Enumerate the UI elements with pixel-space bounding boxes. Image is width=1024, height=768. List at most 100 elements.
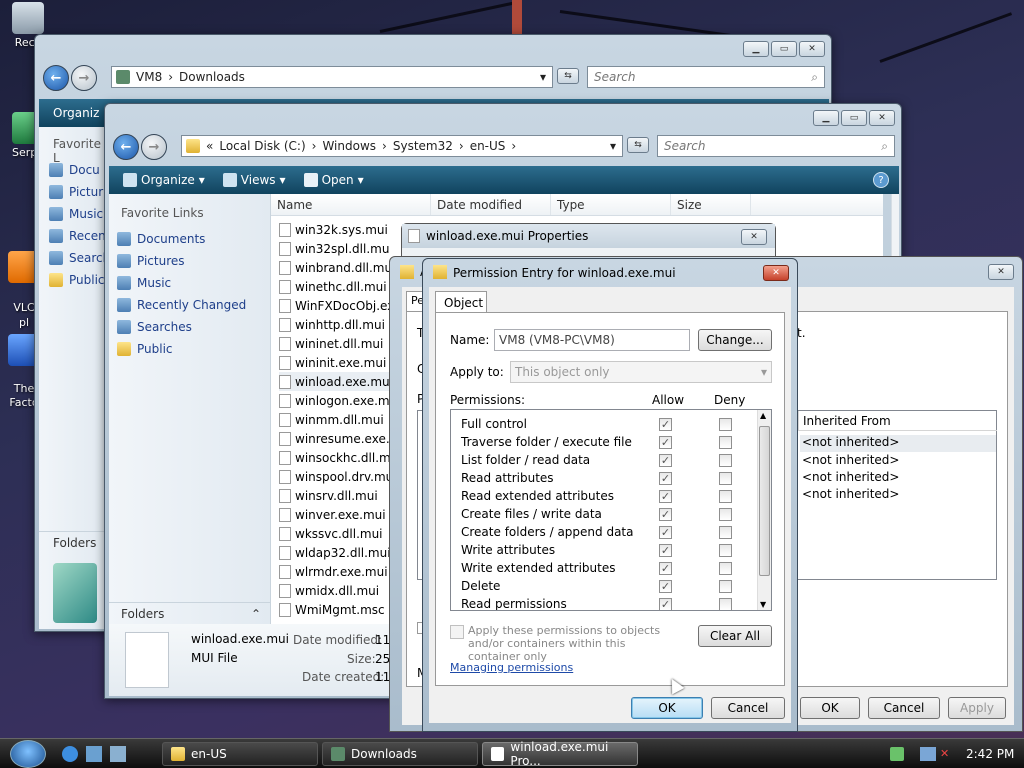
file-list-item[interactable]: wininit.exe.mui (279, 353, 389, 372)
allow-checkbox[interactable]: ✓ (659, 508, 672, 521)
task-properties[interactable]: winload.exe.mui Pro... (482, 740, 638, 768)
allow-checkbox[interactable]: ✓ (659, 418, 672, 431)
change-button[interactable]: Change... (698, 329, 772, 351)
task-en-us[interactable]: en-US (162, 742, 318, 766)
name-field[interactable]: VM8 (VM8-PC\VM8) (494, 329, 690, 351)
chevron-down-icon[interactable]: ▾ (610, 139, 616, 153)
nav-item-public[interactable]: Public (49, 269, 110, 291)
file-list-item[interactable]: WmiMgmt.msc (279, 600, 389, 619)
file-list-item[interactable]: wininet.dll.mui (279, 334, 389, 353)
apply-button[interactable]: Apply (948, 697, 1006, 719)
deny-checkbox[interactable] (719, 472, 732, 485)
breadcrumb-overflow[interactable]: « (206, 139, 213, 153)
cancel-button[interactable]: Cancel (711, 697, 785, 719)
close-button[interactable]: ✕ (763, 265, 789, 281)
breadcrumb-item[interactable]: Downloads (179, 70, 245, 84)
allow-checkbox[interactable]: ✓ (659, 436, 672, 449)
refresh-icon[interactable]: ⇆ (557, 68, 579, 84)
allow-checkbox[interactable]: ✓ (659, 472, 672, 485)
nav-item-music[interactable]: Music (49, 203, 110, 225)
file-list-item[interactable]: winload.exe.mui (279, 372, 389, 391)
tab-object[interactable]: Object (435, 291, 487, 313)
permission-entry-dialog[interactable]: Permission Entry for winload.exe.mui ✕ O… (422, 258, 798, 732)
deny-checkbox[interactable] (719, 526, 732, 539)
permissions-list[interactable]: ▲ ▼ Full control ✓ Traverse folder / execu… (450, 409, 772, 611)
organize-button[interactable]: Organize ▾ (117, 173, 211, 187)
allow-checkbox[interactable]: ✓ (659, 526, 672, 539)
breadcrumb-item[interactable]: en-US (470, 139, 506, 153)
column-size[interactable]: Size (671, 194, 751, 215)
breadcrumb-item[interactable]: VM8 (136, 70, 162, 84)
scrollbar-thumb[interactable] (759, 426, 770, 576)
column-inherited-from[interactable]: Inherited From (798, 411, 997, 431)
nav-item-searches[interactable]: Search (49, 247, 110, 269)
nav-item-documents[interactable]: Documents (117, 228, 246, 250)
ok-button[interactable]: OK (631, 697, 703, 719)
cancel-button[interactable]: Cancel (868, 697, 940, 719)
close-button[interactable]: ✕ (799, 41, 825, 57)
nav-item-documents[interactable]: Docu (49, 159, 110, 181)
deny-checkbox[interactable] (719, 508, 732, 521)
clock[interactable]: 2:42 PM (966, 747, 1014, 761)
deny-checkbox[interactable] (719, 436, 732, 449)
deny-checkbox[interactable] (719, 418, 732, 431)
file-list-item[interactable]: winhttp.dll.mui (279, 315, 389, 334)
file-list-item[interactable]: win32spl.dll.mui (279, 239, 389, 258)
maximize-button[interactable]: ▭ (771, 41, 797, 57)
nav-item-recently-changed[interactable]: Recently Changed (117, 294, 246, 316)
forward-button[interactable]: → (71, 65, 97, 91)
file-list-item[interactable]: winver.exe.mui (279, 505, 389, 524)
nav-item-searches[interactable]: Searches (117, 316, 246, 338)
managing-permissions-link[interactable]: Managing permissions (450, 661, 573, 674)
refresh-icon[interactable]: ⇆ (627, 137, 649, 153)
address-bar[interactable]: VM8 › Downloads ▾ (111, 66, 553, 88)
breadcrumb-item[interactable]: Local Disk (C:) (219, 139, 305, 153)
column-name[interactable]: Name (271, 194, 431, 215)
close-button[interactable]: ✕ (869, 110, 895, 126)
nav-item-recent[interactable]: Recen (49, 225, 110, 247)
file-list-item[interactable]: win32k.sys.mui (279, 220, 389, 239)
file-list-item[interactable]: winmm.dll.mui (279, 410, 389, 429)
address-bar[interactable]: « Local Disk (C:) › Windows › System32 ›… (181, 135, 623, 157)
folders-toggle[interactable]: Folders ⌃ (109, 602, 271, 624)
back-button[interactable]: ← (43, 65, 69, 91)
allow-checkbox[interactable]: ✓ (659, 598, 672, 610)
maximize-button[interactable]: ▭ (841, 110, 867, 126)
nav-item-pictures[interactable]: Pictures (117, 250, 246, 272)
chevron-down-icon[interactable]: ▾ (540, 70, 546, 84)
allow-checkbox[interactable]: ✓ (659, 544, 672, 557)
nav-item-music[interactable]: Music (117, 272, 246, 294)
file-list-item[interactable]: winbrand.dll.mui (279, 258, 389, 277)
deny-checkbox[interactable] (719, 562, 732, 575)
deny-checkbox[interactable] (719, 490, 732, 503)
file-list-item[interactable]: winsockhc.dll.mu (279, 448, 389, 467)
file-list-item[interactable]: winspool.drv.mui (279, 467, 389, 486)
nav-item-public[interactable]: Public (117, 338, 246, 360)
allow-checkbox[interactable]: ✓ (659, 490, 672, 503)
file-list-item[interactable]: wlrmdr.exe.mui (279, 562, 389, 581)
scroll-up-icon[interactable]: ▲ (760, 411, 766, 420)
breadcrumb-item[interactable]: Windows (322, 139, 376, 153)
organize-button[interactable]: Organiz (47, 106, 105, 120)
close-button[interactable]: ✕ (741, 229, 767, 245)
file-list-item[interactable]: winlogon.exe.mui (279, 391, 389, 410)
search-icon[interactable]: ⌕ (881, 139, 888, 154)
file-list-item[interactable]: winresume.exe.m (279, 429, 389, 448)
breadcrumb-item[interactable]: System32 (393, 139, 453, 153)
inherited-cell[interactable]: <not inherited> (800, 435, 996, 452)
allow-checkbox[interactable]: ✓ (659, 580, 672, 593)
minimize-button[interactable]: ▁ (743, 41, 769, 57)
scroll-down-icon[interactable]: ▼ (760, 600, 766, 609)
minimize-button[interactable]: ▁ (813, 110, 839, 126)
ok-button[interactable]: OK (800, 697, 860, 719)
search-input[interactable]: Search ⌕ (657, 135, 895, 157)
apply-children-checkbox[interactable] (450, 625, 464, 639)
tray-network-icon[interactable] (920, 747, 936, 761)
ie-icon[interactable] (62, 746, 78, 762)
deny-checkbox[interactable] (719, 580, 732, 593)
help-icon[interactable]: ? (873, 172, 889, 188)
deny-checkbox[interactable] (719, 598, 732, 610)
file-list-item[interactable]: WinFXDocObj.exe (279, 296, 389, 315)
deny-checkbox[interactable] (719, 544, 732, 557)
file-list-item[interactable]: winethc.dll.mui (279, 277, 389, 296)
